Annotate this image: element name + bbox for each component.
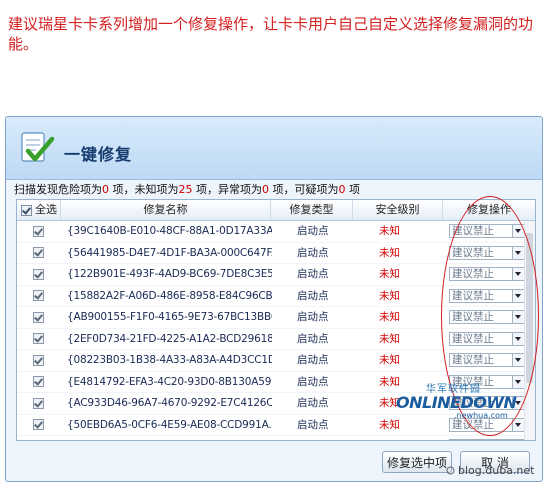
scan-summary: 扫描发现危险项为0 项，未知项为25 项，异常项为0 项，可疑项为0 项 [14,179,534,201]
row-fix-name: {AB900155-F1F0-4165-9E73-67BC13BBC... [67,311,272,323]
table-row[interactable]: {23DA65D2-C696-4EE4-BEE8-B4841DEC... 启动点 未… [17,436,535,442]
row-fix-type: 启动点 [297,311,329,323]
summary-text: 项，未知项为 [109,183,179,196]
checkbox-checked-icon [33,376,44,387]
summary-text: 项 [345,183,360,196]
select-all-checkbox[interactable]: 全选 [17,200,61,220]
checkbox-checked-icon [33,290,44,301]
row-fix-name: {122B901E-493F-4AD9-BC69-7DE8C3E52... [67,268,272,280]
danger-count: 0 [102,183,109,196]
row-fix-name: {2EF0D734-21FD-4225-A1A2-BCD296182... [67,332,272,345]
action-dropdown[interactable]: 建议禁止 [449,439,525,441]
row-checkbox[interactable] [33,243,57,263]
row-checkbox[interactable] [33,329,57,349]
checkbox-checked-icon [33,397,44,409]
row-fix-name: {56441985-D4E7-4D1F-BA3A-000C647FA... [67,246,272,259]
watermark-en: ONLINEDOWN [396,393,517,412]
watermark: 华军软件园 ONLINEDOWN .newhua.com [396,380,517,420]
summary-text: 扫描发现危险项为 [14,183,102,196]
row-security-level: 未知 [379,268,400,280]
row-security-level: 未知 [379,289,400,302]
dialog-header: 一键修复 [6,117,542,180]
row-fix-name: {E4814792-EFA3-4C20-93D0-8B130A59F9... [67,375,272,388]
row-fix-name: {15882A2F-A06D-486E-8958-E84C96CBF... [67,289,272,302]
checkbox-checked-icon [33,311,44,323]
row-fix-type: 启动点 [297,375,329,388]
chevron-down-icon[interactable] [512,440,524,441]
row-fix-type: 启动点 [297,354,329,366]
row-fix-type: 启动点 [297,332,329,345]
row-fix-type: 启动点 [297,246,329,259]
row-fix-name: {50EBD6A5-0CF6-4E59-AE08-CCD991A... [67,418,272,431]
row-fix-name: {39C1640B-E010-48CF-88A1-0D17A33AF... [67,225,272,237]
suspicious-count: 0 [338,183,346,196]
row-action-cell: 建议禁止 [449,436,529,441]
row-security-level: 未知 [379,225,400,237]
checkbox-checked-icon [33,268,44,280]
row-fix-type: 启动点 [297,418,329,431]
action-dropdown-value: 建议禁止 [452,440,494,441]
row-fix-name: {08223B03-1B38-4A33-A83A-A4D3CC1D... [67,354,272,366]
abnormal-count: 0 [262,183,269,196]
checkbox-checked-icon [33,441,44,442]
row-checkbox[interactable] [33,436,57,442]
checkbox-checked-icon [33,225,44,237]
row-checkbox[interactable] [33,264,57,284]
column-header-level[interactable]: 安全级别 [353,200,443,220]
checkbox-checked-icon [33,247,44,258]
row-security-level: 未知 [379,246,400,259]
summary-text: 项，可疑项为 [269,183,339,196]
unknown-count: 25 [178,183,193,196]
dialog-title: 一键修复 [64,145,133,164]
row-security-level: 未知 [379,354,400,366]
row-security-level: 未知 [379,311,400,323]
checkbox-checked-icon [33,333,44,344]
column-header-type[interactable]: 修复类型 [271,200,353,220]
blog-bullet-icon [446,466,455,475]
page-caption: 建议瑞星卡卡系列增加一个修复操作，让卡卡用户自己自定义选择修复漏洞的功能。 [8,15,534,53]
row-fix-type: 启动点 [297,268,329,280]
blog-watermark: blog.duba.net [458,464,535,477]
row-fix-type: 启动点 [297,289,329,302]
column-header-name[interactable]: 修复名称 [61,200,271,220]
row-checkbox[interactable] [33,415,57,435]
row-security-level: 未知 [379,436,429,440]
table-header: 全选 修复名称 修复类型 安全级别 修复操作 [17,200,535,221]
row-checkbox[interactable] [33,372,57,392]
row-fix-name: {23DA65D2-C696-4EE4-BEE8-B4841DEC... [67,436,272,440]
watermark-url: .newhua.com [454,411,508,420]
row-fix-name: {AC933D46-96A7-4670-9292-E7C4126C07... [67,397,272,409]
row-security-level: 未知 [379,332,400,345]
summary-text: 项，异常项为 [192,183,262,196]
row-fix-type: 启动点 [297,225,329,237]
fix-selected-button[interactable]: 修复选中项 [382,451,452,473]
checkbox-checked-icon [21,204,32,216]
document-check-icon [21,132,55,162]
row-checkbox[interactable] [33,286,57,306]
row-checkbox[interactable] [33,350,57,370]
select-all-label: 全选 [35,203,57,216]
checkbox-checked-icon [33,354,44,366]
row-fix-type: 启动点 [297,436,357,440]
row-checkbox[interactable] [33,307,57,327]
row-checkbox[interactable] [33,221,57,241]
row-fix-type: 启动点 [297,397,329,409]
checkbox-checked-icon [33,419,44,430]
row-checkbox[interactable] [33,393,57,413]
